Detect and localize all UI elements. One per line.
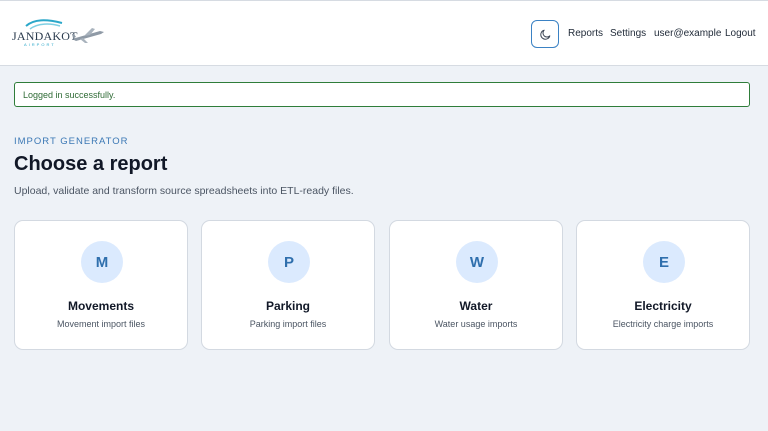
page-subtitle: Upload, validate and transform source sp… <box>14 185 354 197</box>
report-badge-m: M <box>81 241 123 283</box>
nav-settings-link[interactable]: Settings <box>610 28 646 40</box>
report-card-parking[interactable]: P Parking Parking import files <box>201 220 375 350</box>
airplane-icon <box>72 28 104 43</box>
report-badge-p: P <box>268 241 310 283</box>
report-badge-e: E <box>643 241 685 283</box>
card-description: Water usage imports <box>434 319 518 329</box>
card-title: Electricity <box>634 299 692 313</box>
section-eyebrow: IMPORT GENERATOR <box>14 136 129 147</box>
nav-user-link[interactable]: user@example <box>654 28 721 40</box>
card-title: Parking <box>265 299 310 313</box>
logo-subtext: AIRPORT <box>24 42 56 47</box>
report-badge-w: W <box>456 241 498 283</box>
top-navbar: JANDAKOT AIRPORT Reports Settings user@e… <box>0 0 768 66</box>
nav-logout-link[interactable]: Logout <box>725 28 756 40</box>
page: JANDAKOT AIRPORT Reports Settings user@e… <box>0 0 768 431</box>
card-description: Movement import files <box>56 319 146 329</box>
card-title: Movements <box>67 299 135 313</box>
card-description: Parking import files <box>249 319 327 329</box>
nav-reports-link[interactable]: Reports <box>568 28 603 40</box>
success-alert: Logged in successfully. <box>14 82 750 107</box>
alert-message: Logged in successfully. <box>23 89 116 100</box>
report-card-electricity[interactable]: E Electricity Electricity charge imports <box>576 220 750 350</box>
card-title: Water <box>459 299 493 313</box>
report-card-water[interactable]: W Water Water usage imports <box>389 220 563 350</box>
page-title: Choose a report <box>14 153 168 175</box>
card-description: Electricity charge imports <box>612 319 714 329</box>
theme-toggle-button[interactable] <box>531 20 559 48</box>
jandakot-airport-logo[interactable]: JANDAKOT AIRPORT <box>12 17 104 49</box>
moon-icon <box>539 29 550 40</box>
report-card-movements[interactable]: M Movements Movement import files <box>14 220 188 350</box>
